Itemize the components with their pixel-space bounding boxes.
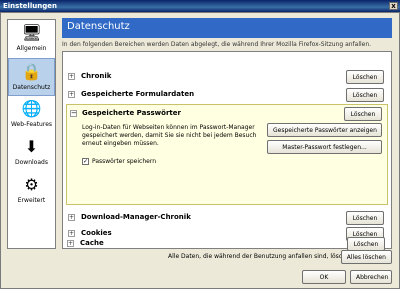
expand-icon[interactable]: + bbox=[67, 240, 74, 247]
sidebar-item-web-features[interactable]: 🌐 Web-Features bbox=[8, 96, 55, 134]
window-title: Einstellungen bbox=[3, 2, 57, 10]
globe-icon: 🌐 bbox=[21, 99, 42, 118]
save-passwords-checkbox[interactable]: ✓ Passwörter speichern bbox=[82, 158, 156, 165]
expand-icon[interactable]: + bbox=[68, 91, 75, 98]
sidebar-item-label: Web-Features bbox=[10, 121, 53, 128]
clear-passwoerter-button[interactable]: Löschen bbox=[344, 107, 382, 121]
sidebar-item-label: Downloads bbox=[15, 159, 48, 166]
close-icon[interactable]: x bbox=[389, 2, 398, 10]
title-bar: Einstellungen x bbox=[0, 0, 400, 12]
section-formulardaten: + Gespeicherte Formulardaten Löschen bbox=[63, 86, 391, 104]
sidebar-item-erweitert[interactable]: ⚙ Erweitert bbox=[8, 172, 55, 210]
gear-icon: ⚙ bbox=[24, 175, 39, 194]
computer-icon: 🖥 bbox=[21, 23, 42, 42]
page-title: Datenschutz bbox=[62, 18, 392, 38]
sidebar-item-label: Allgemein bbox=[16, 45, 47, 52]
page-description: In den folgenden Bereichen werden Daten … bbox=[62, 41, 372, 48]
section-passwoerter: − Gespeicherte Passwörter Löschen Log-in… bbox=[66, 104, 388, 205]
privacy-sections-panel: + Chronik Löschen + Gespeicherte Formula… bbox=[62, 51, 392, 249]
sidebar-item-downloads[interactable]: ⬇ Downloads bbox=[8, 134, 55, 172]
cancel-button[interactable]: Abbrechen bbox=[350, 270, 392, 284]
lock-icon: 🔒 bbox=[21, 62, 42, 81]
sidebar-item-allgemein[interactable]: 🖥 Allgemein bbox=[8, 20, 55, 58]
clear-all-description: Alle Daten, die während der Benutzung an… bbox=[168, 253, 356, 260]
show-passwords-button[interactable]: Gespeicherte Passwörter anzeigen bbox=[267, 123, 382, 137]
sidebar-item-label: Datenschutz bbox=[12, 84, 51, 91]
clear-cache-button[interactable]: Löschen bbox=[347, 237, 385, 251]
passwords-description: Log-in-Daten für Webseiten können im Pas… bbox=[82, 124, 257, 147]
sidebar-item-label: Erweitert bbox=[17, 197, 46, 204]
checkbox-label: Passwörter speichern bbox=[92, 158, 156, 165]
sidebar: 🖥 Allgemein 🔒 Datenschutz 🌐 Web-Features… bbox=[7, 19, 56, 249]
clear-chronik-button[interactable]: Löschen bbox=[346, 70, 384, 84]
checkbox-checked-icon[interactable]: ✓ bbox=[82, 158, 89, 165]
section-title[interactable]: Chronik bbox=[81, 72, 111, 80]
downloads-icon: ⬇ bbox=[24, 137, 39, 156]
section-title[interactable]: Download-Manager-Chronik bbox=[81, 213, 191, 221]
preferences-window: 🖥 Allgemein 🔒 Datenschutz 🌐 Web-Features… bbox=[0, 12, 400, 289]
clear-all-button[interactable]: Alles löschen bbox=[340, 250, 392, 264]
sidebar-item-datenschutz[interactable]: 🔒 Datenschutz bbox=[8, 58, 55, 96]
clear-download-chronik-button[interactable]: Löschen bbox=[346, 211, 384, 225]
collapse-icon[interactable]: − bbox=[70, 110, 77, 117]
section-title[interactable]: Gespeicherte Formulardaten bbox=[81, 90, 194, 98]
expand-icon[interactable]: + bbox=[68, 73, 75, 80]
section-title[interactable]: Gespeicherte Passwörter bbox=[82, 109, 181, 117]
section-chronik: + Chronik Löschen bbox=[63, 68, 391, 86]
set-master-password-button[interactable]: Master-Passwort festlegen... bbox=[267, 140, 382, 154]
clear-formulardaten-button[interactable]: Löschen bbox=[346, 88, 384, 102]
ok-button[interactable]: OK bbox=[302, 270, 346, 284]
section-title[interactable]: Cache bbox=[80, 239, 104, 247]
expand-icon[interactable]: + bbox=[68, 214, 75, 221]
